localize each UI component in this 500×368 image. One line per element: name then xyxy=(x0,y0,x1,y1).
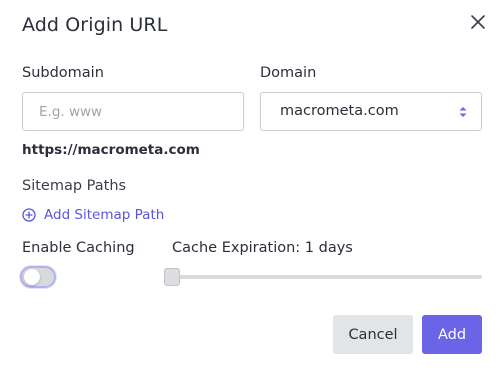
cache-expiration-slider[interactable] xyxy=(164,267,482,287)
close-icon xyxy=(466,10,490,34)
cancel-button[interactable]: Cancel xyxy=(333,315,413,354)
dialog-title: Add Origin URL xyxy=(22,14,168,36)
add-sitemap-path-button[interactable]: Add Sitemap Path xyxy=(22,206,164,224)
sitemap-paths-label: Sitemap Paths xyxy=(22,178,127,194)
add-origin-url-dialog: Add Origin URL Subdomain Domain macromet… xyxy=(0,0,500,368)
enable-caching-toggle[interactable] xyxy=(20,266,56,288)
add-button[interactable]: Add xyxy=(422,315,482,354)
enable-caching-label: Enable Caching xyxy=(22,240,135,256)
cache-expiration-label: Cache Expiration: 1 days xyxy=(172,240,353,256)
add-sitemap-path-label: Add Sitemap Path xyxy=(44,207,165,223)
domain-selected-value: macrometa.com xyxy=(280,103,399,119)
plus-circle-icon xyxy=(22,208,36,222)
slider-thumb[interactable] xyxy=(164,268,180,286)
origin-url-preview: https://macrometa.com xyxy=(22,142,200,158)
toggle-knob xyxy=(24,269,40,285)
slider-track xyxy=(164,275,482,279)
chevron-up-down-icon xyxy=(458,105,468,119)
domain-label: Domain xyxy=(260,65,317,81)
domain-select[interactable]: macrometa.com xyxy=(260,92,482,131)
close-button[interactable] xyxy=(466,10,490,34)
subdomain-label: Subdomain xyxy=(22,65,104,81)
subdomain-input[interactable] xyxy=(22,92,244,131)
